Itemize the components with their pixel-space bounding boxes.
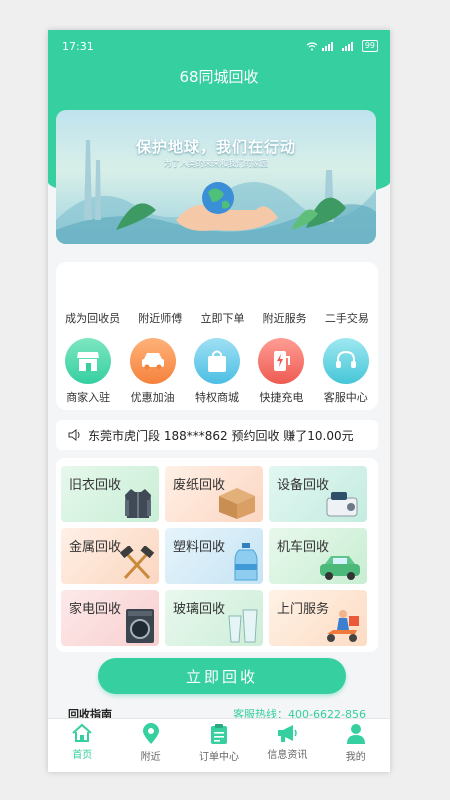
jacket-icon [125, 489, 151, 518]
service-merchant-join[interactable]: 商家入驻 [58, 338, 118, 405]
status-time: 17:31 [62, 39, 94, 53]
tab-orders[interactable]: 订单中心 [187, 723, 251, 763]
service-nav-card: 成为回收员 附近师傅 立即下单 附近服务 二手交易 商家入驻 优惠加油 特权商城… [56, 262, 378, 410]
service-label: 特权商城 [194, 391, 239, 404]
service-fuel-discount[interactable]: 优惠加油 [123, 338, 183, 405]
service-fast-charging[interactable]: 快捷充电 [251, 338, 311, 405]
delivery-scooter-icon [327, 610, 359, 642]
glass-icon [228, 609, 258, 643]
quick-links: 成为回收员 附近师傅 立即下单 附近服务 二手交易 [56, 310, 378, 326]
tab-label: 首页 [72, 750, 93, 761]
tab-label: 信息资讯 [267, 750, 308, 761]
quick-link-order-now[interactable]: 立即下单 [200, 310, 244, 326]
signal-icon [341, 41, 353, 51]
service-privilege-mall[interactable]: 特权商城 [187, 338, 247, 405]
tab-mine[interactable]: 我的 [324, 723, 388, 763]
phone-screen: 17:31 99 68同城回收 保护地球，我们在行动 为了人类的未来和我们的家园 [48, 30, 390, 772]
banner-illustration [56, 140, 376, 244]
tab-home[interactable]: 首页 [50, 723, 114, 761]
service-label: 商家入驻 [66, 391, 111, 404]
signal-icon [321, 41, 333, 51]
bottom-tab-bar: 首页 附近 订单中心 信息资讯 我的 [48, 718, 390, 772]
ticker-text: 东莞市虎门段 188***862 预约回收 赚了10.00元 [88, 428, 354, 443]
recycle-ticker[interactable]: 东莞市虎门段 188***862 预约回收 赚了10.00元 [56, 420, 378, 450]
device-icon [326, 492, 358, 517]
status-bar: 17:31 99 [48, 30, 390, 62]
category-equipment[interactable]: 设备回收 [269, 466, 367, 522]
quick-link-nearby-master[interactable]: 附近师傅 [138, 310, 182, 326]
headset-icon [322, 338, 369, 384]
category-label: 家电回收 [69, 602, 122, 617]
user-icon [346, 724, 365, 744]
tab-label: 我的 [345, 752, 366, 763]
category-vehicle[interactable]: 机车回收 [269, 528, 367, 584]
category-glass[interactable]: 玻璃回收 [165, 590, 263, 646]
battery-indicator: 99 [361, 40, 378, 52]
clipboard-icon [210, 724, 227, 744]
category-plastic[interactable]: 塑料回收 [165, 528, 263, 584]
quick-link-become-recycler[interactable]: 成为回收员 [65, 310, 120, 326]
banner-title: 保护地球，我们在行动 [135, 138, 296, 156]
tab-nearby[interactable]: 附近 [119, 723, 183, 763]
carton-box-icon [219, 488, 255, 519]
tab-label: 附近 [140, 752, 161, 763]
category-label: 玻璃回收 [173, 602, 226, 617]
home-icon [72, 723, 92, 742]
speaker-icon [68, 429, 80, 441]
shop-icon [65, 338, 112, 384]
category-metal[interactable]: 金属回收 [61, 528, 159, 584]
banner[interactable]: 保护地球，我们在行动 为了人类的未来和我们的家园 [56, 110, 376, 244]
washing-machine-icon [126, 609, 154, 643]
quick-link-nearby-service[interactable]: 附近服务 [263, 310, 307, 326]
recycle-now-button[interactable]: 立即回收 [98, 658, 346, 694]
megaphone-icon [278, 725, 298, 742]
category-appliance[interactable]: 家电回收 [61, 590, 159, 646]
service-customer-center[interactable]: 客服中心 [316, 338, 376, 405]
banner-subtitle: 为了人类的未来和我们的家园 [164, 159, 268, 168]
charging-station-icon [258, 338, 305, 384]
service-label: 客服中心 [323, 391, 368, 404]
water-bottle-icon [234, 543, 258, 581]
category-clothes[interactable]: 旧衣回收 [61, 466, 159, 522]
quick-link-second-hand[interactable]: 二手交易 [325, 310, 369, 326]
hammer-icon [119, 546, 155, 580]
wifi-icon [306, 41, 318, 50]
car-icon [129, 338, 176, 384]
category-door-service[interactable]: 上门服务 [269, 590, 367, 646]
car-icon [320, 556, 360, 580]
tab-label: 订单中心 [198, 752, 239, 763]
tab-news[interactable]: 信息资讯 [255, 723, 319, 761]
category-paper[interactable]: 废纸回收 [165, 466, 263, 522]
location-pin-icon [142, 723, 159, 744]
category-label: 旧衣回收 [69, 478, 122, 493]
category-label: 设备回收 [277, 478, 330, 493]
service-label: 优惠加油 [130, 391, 175, 404]
shopping-bag-icon [193, 338, 240, 384]
category-label: 塑料回收 [173, 540, 226, 555]
category-label: 金属回收 [69, 540, 122, 555]
status-icons: 99 [306, 40, 378, 52]
service-label: 快捷充电 [259, 391, 304, 404]
recycle-category-grid: 旧衣回收 废纸回收 设备回收 金属回收 塑料回收 机车回收 家电回收 玻璃回收 [56, 458, 378, 652]
service-icons: 商家入驻 优惠加油 特权商城 快捷充电 客服中心 [56, 338, 378, 405]
app-title: 68同城回收 [179, 68, 259, 86]
